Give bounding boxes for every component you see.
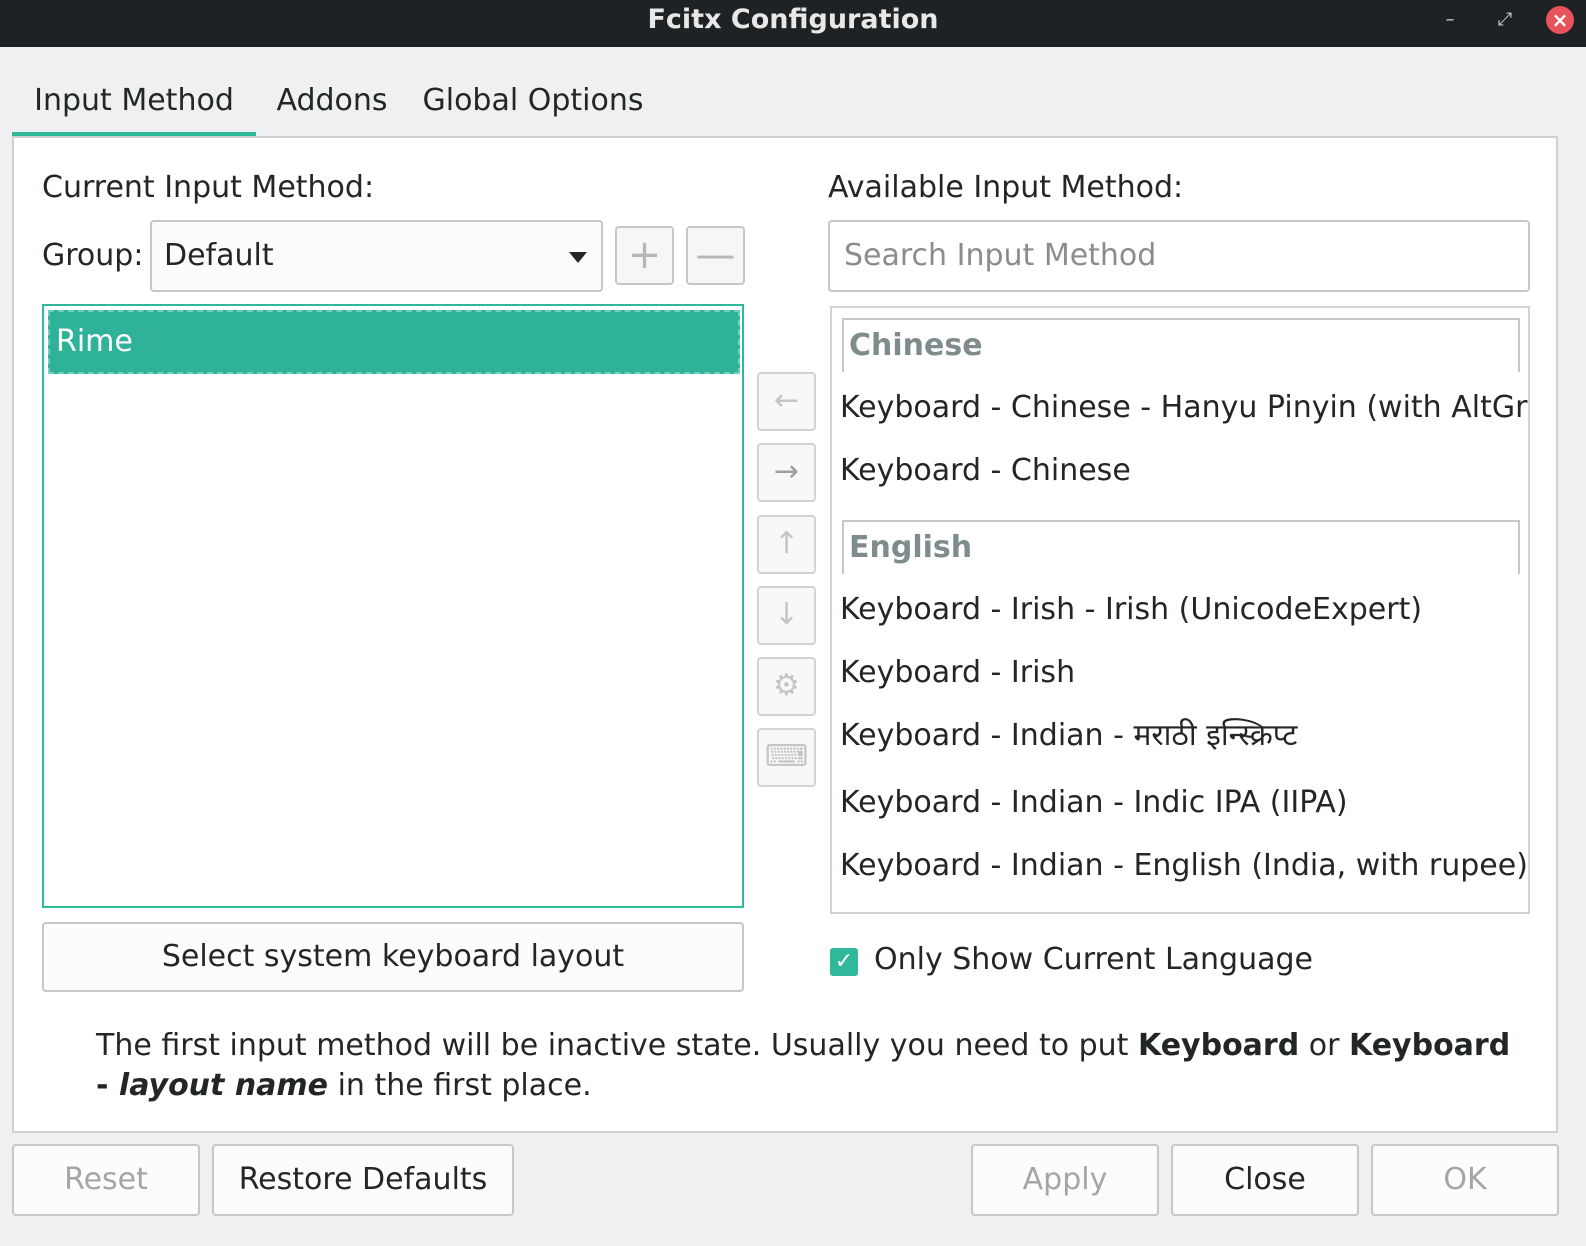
list-item[interactable]: Keyboard - Chinese - Hanyu Pinyin (with … — [840, 388, 1528, 428]
restore-defaults-button[interactable]: Restore Defaults — [212, 1144, 514, 1216]
current-input-method-heading: Current Input Method: — [42, 170, 375, 205]
chevron-down-icon — [569, 252, 587, 263]
move-down-button[interactable]: ↓ — [757, 586, 816, 645]
note-text-1: The first input method will be inactive … — [96, 1028, 1138, 1063]
checkmark-icon: ✓ — [834, 949, 854, 974]
list-item[interactable]: Keyboard - Indian - Indic IPA (IIPA) — [840, 783, 1348, 823]
search-input[interactable]: Search Input Method — [828, 220, 1530, 292]
title-bar: Fcitx Configuration – ⤢ × — [0, 0, 1586, 47]
list-item[interactable]: Keyboard - Irish — [840, 653, 1075, 693]
add-to-current-button[interactable]: → — [757, 443, 816, 502]
tab-addons[interactable]: Addons — [256, 64, 408, 136]
configure-button[interactable]: ⚙ — [757, 657, 816, 716]
only-show-current-language-label[interactable]: Only Show Current Language — [874, 942, 1313, 977]
input-method-panel: Current Input Method: Group: Default + —… — [12, 136, 1558, 1133]
window-title: Fcitx Configuration — [647, 4, 939, 35]
search-placeholder: Search Input Method — [844, 238, 1157, 273]
group-select[interactable]: Default — [150, 220, 603, 292]
list-item[interactable]: Keyboard - Chinese — [840, 451, 1131, 491]
ok-button[interactable]: OK — [1371, 1144, 1559, 1216]
plus-icon: + — [627, 232, 662, 278]
select-system-keyboard-layout-button[interactable]: Select system keyboard layout — [42, 922, 744, 992]
note-text-2: or — [1299, 1028, 1349, 1063]
arrow-up-icon: ↑ — [773, 526, 800, 561]
gear-icon: ⚙ — [773, 668, 800, 703]
add-group-button[interactable]: + — [615, 226, 674, 285]
arrow-down-icon: ↓ — [773, 597, 800, 632]
group-header-chinese: Chinese — [842, 318, 1520, 372]
available-input-method-list[interactable]: Chinese Keyboard - Chinese - Hanyu Pinyi… — [830, 306, 1530, 914]
minus-icon: — — [695, 232, 736, 278]
list-item[interactable]: Keyboard - Indian - English (India, with… — [840, 846, 1528, 886]
close-button[interactable]: Close — [1171, 1144, 1359, 1216]
group-header-english: English — [842, 520, 1520, 574]
list-item[interactable]: Keyboard - Irish - Irish (UnicodeExpert) — [840, 590, 1422, 630]
arrow-right-icon: → — [773, 454, 800, 489]
arrow-left-icon: ← — [773, 383, 800, 418]
close-icon[interactable]: × — [1546, 6, 1574, 34]
reset-button[interactable]: Reset — [12, 1144, 200, 1216]
remove-group-button[interactable]: — — [686, 226, 745, 285]
maximize-icon[interactable]: ⤢ — [1491, 6, 1519, 34]
note-text-3: in the first place. — [328, 1068, 592, 1103]
keyboard-icon: ⌨ — [764, 739, 809, 774]
move-up-button[interactable]: ↑ — [757, 515, 816, 574]
remove-from-current-button[interactable]: ← — [757, 372, 816, 431]
keyboard-layout-button[interactable]: ⌨ — [757, 728, 816, 787]
note-bold-1: Keyboard — [1137, 1028, 1300, 1063]
group-label: Group: — [42, 238, 144, 273]
only-show-current-language-checkbox[interactable]: ✓ — [830, 948, 858, 976]
minimize-icon[interactable]: – — [1436, 6, 1464, 34]
list-item[interactable]: Keyboard - Indian - मराठी इन्स्क्रिप्ट — [840, 716, 1297, 756]
info-note: The first input method will be inactive … — [96, 1026, 1516, 1106]
tab-input-method[interactable]: Input Method — [12, 64, 256, 136]
group-select-value: Default — [164, 238, 274, 273]
list-item[interactable]: Rime — [48, 310, 740, 374]
tab-global-options[interactable]: Global Options — [408, 64, 658, 136]
apply-button[interactable]: Apply — [971, 1144, 1159, 1216]
note-bold-italic: layout name — [118, 1068, 329, 1103]
available-input-method-heading: Available Input Method: — [828, 170, 1184, 205]
current-input-method-list[interactable]: Rime — [42, 304, 744, 908]
